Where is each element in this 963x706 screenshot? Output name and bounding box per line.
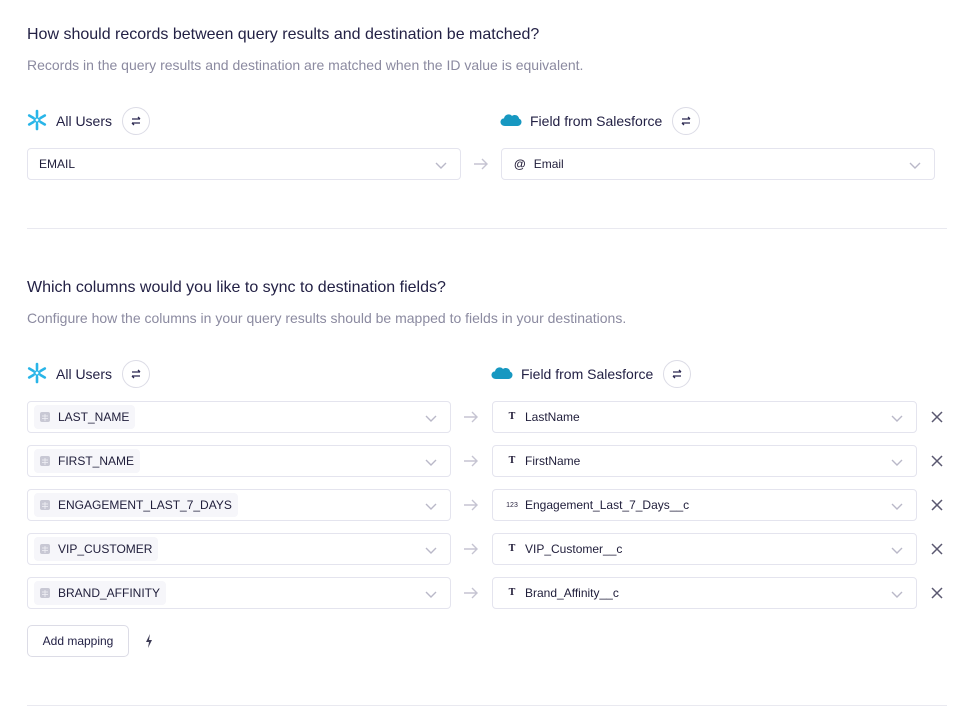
remove-mapping-icon[interactable] [931,543,943,555]
source-column-pill: ENGAGEMENT_LAST_7_DAYS [34,493,238,517]
salesforce-icon [491,365,513,384]
matching-dest-header: Field from Salesforce [500,106,701,136]
remove-mapping-icon[interactable] [931,499,943,511]
dest-field-value: Engagement_Last_7_Days__c [525,498,690,512]
arrow-right-icon [464,543,478,555]
remove-mapping-icon[interactable] [931,455,943,467]
column-icon [40,544,50,554]
match-dest-select[interactable]: @ Email [501,148,935,180]
column-icon [40,588,50,598]
text-type-icon: T [508,412,516,422]
swap-source-button[interactable] [122,360,151,388]
chevron-down-icon [909,162,921,169]
dest-field-select[interactable]: T FirstName [492,445,917,477]
swap-icon [131,116,141,126]
source-label: All Users [56,366,113,382]
chevron-down-icon [891,415,903,422]
column-icon [40,456,50,466]
chevron-down-icon [891,503,903,510]
chevron-down-icon [435,162,447,169]
source-column-select[interactable]: ENGAGEMENT_LAST_7_DAYS [27,489,451,521]
source-column-value: FIRST_NAME [58,454,135,468]
matching-title: How should records between query results… [27,26,540,43]
match-source-value: EMAIL [39,157,76,171]
swap-dest-button[interactable] [663,360,692,388]
source-column-pill: BRAND_AFFINITY [34,581,167,605]
add-mapping-button[interactable]: Add mapping [27,625,129,657]
snowflake-icon [26,362,48,387]
text-type-icon: T [508,588,516,598]
chevron-down-icon [425,503,437,510]
swap-icon [681,116,691,126]
dest-field-select[interactable]: T VIP_Customer__c [492,533,917,565]
dest-field-value: LastName [525,410,580,424]
dest-field-value: VIP_Customer__c [525,542,623,556]
source-column-select[interactable]: VIP_CUSTOMER [27,533,451,565]
lightning-icon[interactable] [144,633,154,649]
source-column-value: BRAND_AFFINITY [58,586,161,600]
matching-source-header: All Users [26,106,151,136]
number-type-icon: 123 [506,501,518,509]
dest-field-select[interactable]: T Brand_Affinity__c [492,577,917,609]
arrow-right-icon [464,455,478,467]
chevron-down-icon [891,547,903,554]
swap-icon [672,369,682,379]
arrow-right-icon [464,499,478,511]
column-icon [40,412,50,422]
dest-label: Field from Salesforce [521,366,654,382]
section-divider [27,228,947,229]
mappings-dest-header: Field from Salesforce [491,359,692,389]
source-column-select[interactable]: FIRST_NAME [27,445,451,477]
match-source-select[interactable]: EMAIL [27,148,461,180]
arrow-right-icon [474,158,488,170]
remove-mapping-icon[interactable] [931,411,943,423]
match-dest-value: Email [533,157,564,171]
dest-label: Field from Salesforce [530,113,663,129]
mappings-description: Configure how the columns in your query … [27,310,627,326]
arrow-right-icon [464,587,478,599]
matching-description: Records in the query results and destina… [27,57,584,73]
chevron-down-icon [891,591,903,598]
source-column-pill: FIRST_NAME [34,449,141,473]
arrow-right-icon [464,411,478,423]
swap-dest-button[interactable] [672,107,701,135]
dest-field-select[interactable]: T LastName [492,401,917,433]
chevron-down-icon [891,459,903,466]
column-icon [40,500,50,510]
chevron-down-icon [425,547,437,554]
text-type-icon: T [508,544,516,554]
salesforce-icon [500,112,522,131]
snowflake-icon [26,109,48,134]
dest-field-select[interactable]: 123 Engagement_Last_7_Days__c [492,489,917,521]
source-column-pill: VIP_CUSTOMER [34,537,159,561]
text-type-icon: T [508,456,516,466]
source-label: All Users [56,113,113,129]
source-column-value: LAST_NAME [58,410,130,424]
chevron-down-icon [425,591,437,598]
swap-icon [131,369,141,379]
source-column-select[interactable]: LAST_NAME [27,401,451,433]
remove-mapping-icon[interactable] [931,587,943,599]
source-column-select[interactable]: BRAND_AFFINITY [27,577,451,609]
source-column-value: VIP_CUSTOMER [58,542,153,556]
chevron-down-icon [425,459,437,466]
mappings-title: Which columns would you like to sync to … [27,279,446,296]
chevron-down-icon [425,415,437,422]
mappings-source-header: All Users [26,359,151,389]
source-column-value: ENGAGEMENT_LAST_7_DAYS [58,498,232,512]
swap-source-button[interactable] [122,107,151,135]
source-column-pill: LAST_NAME [34,405,136,429]
at-sign-icon: @ [514,157,526,171]
dest-field-value: FirstName [525,454,581,468]
dest-field-value: Brand_Affinity__c [525,586,619,600]
